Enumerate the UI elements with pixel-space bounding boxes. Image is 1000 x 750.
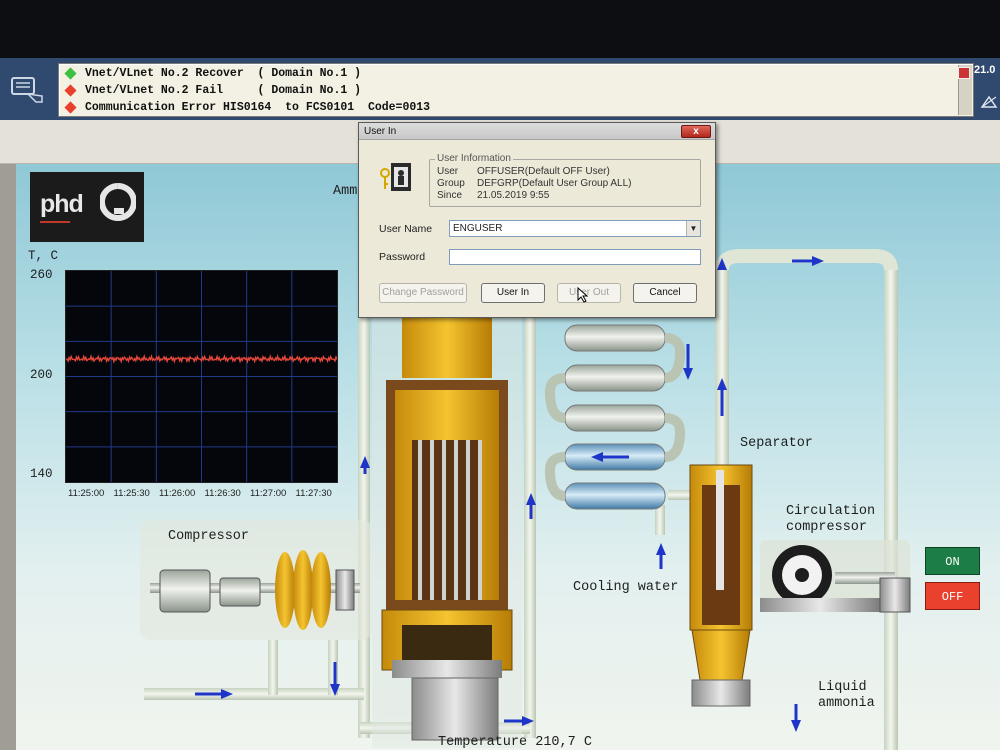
user-out-button[interactable]: User Out xyxy=(557,283,621,303)
trend-ytick: 200 xyxy=(30,368,53,382)
alarm-fail-icon xyxy=(64,101,77,114)
trend-x-tick: 11:27:00 xyxy=(250,488,287,499)
dialog-titlebar[interactable]: User In x xyxy=(359,123,715,140)
temperature-readout: Temperature 210,7 C xyxy=(438,735,592,750)
circulation-label: Circulation xyxy=(786,504,876,519)
separator-label: Separator xyxy=(740,436,813,451)
trend-x-tick: 11:26:00 xyxy=(159,488,196,499)
trend-ytick: 140 xyxy=(30,467,53,481)
chevron-down-icon[interactable]: ▼ xyxy=(686,221,700,236)
circulation-label: compressor xyxy=(786,520,868,535)
alarm-fail-icon xyxy=(64,84,77,97)
logo-emblem-icon xyxy=(100,183,136,221)
username-label: User Name xyxy=(379,223,433,235)
user-value: OFFUSER(Default OFF User) xyxy=(477,166,610,177)
mouse-cursor-icon xyxy=(577,287,589,303)
alarm-status-icon[interactable] xyxy=(958,67,970,79)
trend-ylabel: T, C xyxy=(28,249,59,263)
trend-x-tick: 11:27:30 xyxy=(295,488,332,499)
group-key: Group xyxy=(437,178,465,189)
trend-ytick: 260 xyxy=(30,268,53,282)
cancel-button[interactable]: Cancel xyxy=(633,283,697,303)
trend-grid xyxy=(66,271,337,482)
cooling-water-label: Cooling water xyxy=(573,580,679,595)
close-button[interactable]: x xyxy=(681,125,711,138)
alarm-recover-icon xyxy=(64,67,77,80)
user-info-group-title: User Information xyxy=(435,153,513,164)
trend-plot xyxy=(65,271,338,482)
monitor-bezel xyxy=(0,0,1000,60)
trend-x-tick: 11:26:30 xyxy=(204,488,241,499)
user-in-dialog: User In x User Information User OFFUSER(… xyxy=(358,122,716,318)
change-password-button[interactable]: Change Password xyxy=(379,283,467,303)
since-value: 21.05.2019 9:55 xyxy=(477,190,550,201)
user-key-icon xyxy=(377,159,415,195)
alarm-row[interactable]: Communication Error HIS0164 to FCS0101 C… xyxy=(64,99,430,116)
dialog-title: User In xyxy=(364,126,397,137)
logo-text: phd xyxy=(40,190,84,218)
clock: 21.0 xyxy=(974,64,996,76)
graphic-title: Amm xyxy=(333,184,358,199)
off-button[interactable]: OFF xyxy=(925,582,980,610)
message-monitor-icon[interactable] xyxy=(8,72,48,106)
logo-underline xyxy=(40,221,70,223)
alarm-row[interactable]: Vnet/VLnet No.2 Recover ( Domain No.1 ) xyxy=(64,65,361,82)
user-in-button[interactable]: User In xyxy=(481,283,545,303)
liquid-ammonia-label: ammonia xyxy=(818,696,875,711)
username-value: ENGUSER xyxy=(453,223,503,234)
network-icon[interactable] xyxy=(980,95,998,109)
on-button[interactable]: ON xyxy=(925,547,980,575)
since-key: Since xyxy=(437,190,463,201)
trend-x-tick: 11:25:00 xyxy=(68,488,105,499)
group-value: DEFGRP(Default User Group ALL) xyxy=(477,178,632,189)
password-input[interactable] xyxy=(449,249,701,265)
alarm-list[interactable]: Vnet/VLnet No.2 Recover ( Domain No.1 ) … xyxy=(58,63,974,117)
alarm-row[interactable]: Vnet/VLnet No.2 Fail ( Domain No.1 ) xyxy=(64,82,361,99)
trend-x-tick: 11:25:30 xyxy=(113,488,150,499)
compressor-label: Compressor xyxy=(168,529,250,544)
user-key: User xyxy=(437,166,459,177)
password-label: Password xyxy=(379,251,426,263)
username-combobox[interactable]: ENGUSER ▼ xyxy=(449,220,701,237)
liquid-ammonia-label: Liquid xyxy=(818,680,867,695)
temperature-trend[interactable] xyxy=(65,270,338,483)
window-margin xyxy=(0,164,16,750)
